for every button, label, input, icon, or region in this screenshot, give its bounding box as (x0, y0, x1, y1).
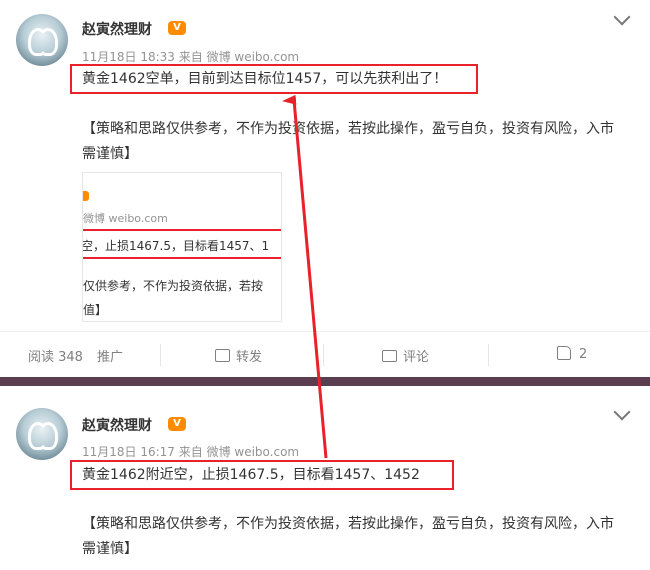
thumb-highlight-bottom (83, 257, 281, 259)
author-name[interactable]: 赵寅然理财 (82, 415, 152, 435)
highlight-box (70, 460, 454, 490)
post-meta: 11月18日 18:33 来自 微博 weibo.com (82, 50, 300, 64)
swan-icon (38, 422, 58, 450)
swan-icon (38, 28, 58, 56)
vip-badge-icon: V (168, 417, 186, 431)
comment-button[interactable]: 评论 (382, 346, 429, 365)
repost-button[interactable]: 转发 (215, 346, 262, 365)
weibo-post-1: 赵寅然理财 V 11月18日 18:33 来自 微博 weibo.com 黄金1… (0, 0, 650, 377)
comment-label: 评论 (403, 350, 430, 365)
like-icon (557, 346, 571, 360)
weibo-post-2: 赵寅然理财 V 11月18日 16:17 来自 微博 weibo.com 黄金1… (0, 386, 650, 570)
post-disclaimer: 【策略和思路仅供参考，不作为投资依据，若按此操作，盈亏自负，投资有风险，入市需谨… (82, 121, 614, 162)
thumb-line-2: 仅供参考，不作为投资依据，若按 (83, 279, 264, 293)
author-avatar[interactable] (16, 14, 68, 66)
like-count: 2 (579, 347, 588, 362)
highlight-box (70, 64, 478, 94)
image-thumbnail[interactable]: 微博 weibo.com 空，止损1467.5，目标看1457、1 仅供参考，不… (82, 172, 282, 322)
author-avatar[interactable] (16, 408, 68, 460)
post-meta: 11月18日 16:17 来自 微博 weibo.com (82, 445, 300, 459)
thumb-highlight-top (83, 229, 281, 231)
like-button[interactable]: 2 (557, 346, 587, 362)
vip-badge-icon: V (168, 21, 186, 35)
post-disclaimer: 【策略和思路仅供参考，不作为投资依据，若按此操作，盈亏自负，投资有风险，入市需谨… (82, 516, 614, 557)
comment-icon (382, 350, 397, 362)
thumb-line-3: 值】 (83, 303, 108, 317)
thumb-meta: 微博 weibo.com (83, 212, 168, 225)
promote-button[interactable]: 推广 (97, 346, 123, 365)
divider (160, 344, 161, 366)
author-name[interactable]: 赵寅然理财 (82, 19, 152, 39)
vip-badge-icon (83, 191, 89, 201)
chevron-down-icon[interactable] (613, 403, 631, 421)
read-count: 阅读 348 (28, 350, 83, 365)
thumb-line-1: 空，止损1467.5，目标看1457、1 (82, 239, 270, 253)
repost-label: 转发 (236, 350, 263, 365)
divider (323, 344, 324, 366)
divider (488, 344, 489, 366)
post-action-bar: 阅读 348 推广 转发 评论 2 (0, 331, 650, 378)
chevron-down-icon[interactable] (613, 8, 631, 26)
post-separator (0, 377, 650, 386)
share-icon (215, 349, 230, 362)
